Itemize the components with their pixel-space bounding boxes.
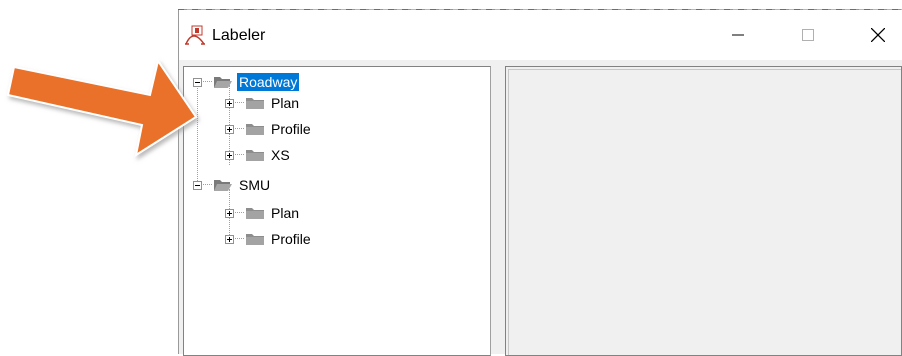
close-icon [871, 28, 885, 42]
background-strip [178, 0, 902, 10]
minimize-icon [732, 34, 744, 36]
open-folder-icon [214, 77, 232, 88]
detail-panel [505, 66, 902, 356]
minimize-button[interactable] [715, 10, 761, 60]
tree-view[interactable]: Roadway Plan Profile XS SMU Plan Profile [183, 66, 491, 356]
maximize-icon [802, 29, 814, 41]
tree-node-smu-plan[interactable]: Plan [225, 203, 301, 223]
expand-toggle[interactable] [225, 234, 234, 244]
expand-toggle[interactable] [225, 124, 234, 134]
tree-label: SMU [239, 177, 271, 193]
labeler-window: Labeler Roadway Plan Profile XS SMU Plan… [178, 10, 902, 356]
open-folder-icon [214, 180, 232, 191]
tree-node-roadway-plan[interactable]: Plan [225, 93, 301, 113]
folder-icon [246, 150, 264, 161]
folder-icon [246, 234, 264, 245]
tree-label: Plan [271, 205, 300, 221]
tree-label: XS [271, 147, 290, 163]
labeler-app-icon [185, 25, 205, 45]
folder-icon [246, 208, 264, 219]
tree-node-smu[interactable]: SMU [193, 175, 272, 195]
tree-node-roadway-xs[interactable]: XS [225, 145, 292, 165]
collapse-toggle[interactable] [193, 180, 202, 190]
title-bar[interactable]: Labeler [179, 10, 902, 60]
folder-icon [246, 98, 264, 109]
folder-icon [246, 124, 264, 135]
expand-toggle[interactable] [225, 150, 234, 160]
tree-label: Profile [271, 231, 311, 247]
tree-label: Roadway [237, 73, 300, 91]
window-body: Roadway Plan Profile XS SMU Plan Profile [179, 62, 902, 356]
tree-label: Profile [271, 121, 311, 137]
maximize-button[interactable] [785, 10, 831, 60]
close-button[interactable] [855, 10, 901, 60]
annotation-arrow-icon [6, 58, 198, 158]
tree-label: Plan [271, 95, 300, 111]
tree-node-roadway-profile[interactable]: Profile [225, 119, 313, 139]
tree-node-smu-profile[interactable]: Profile [225, 229, 313, 249]
window-title: Labeler [212, 27, 266, 44]
expand-toggle[interactable] [225, 208, 234, 218]
expand-toggle[interactable] [225, 98, 234, 108]
